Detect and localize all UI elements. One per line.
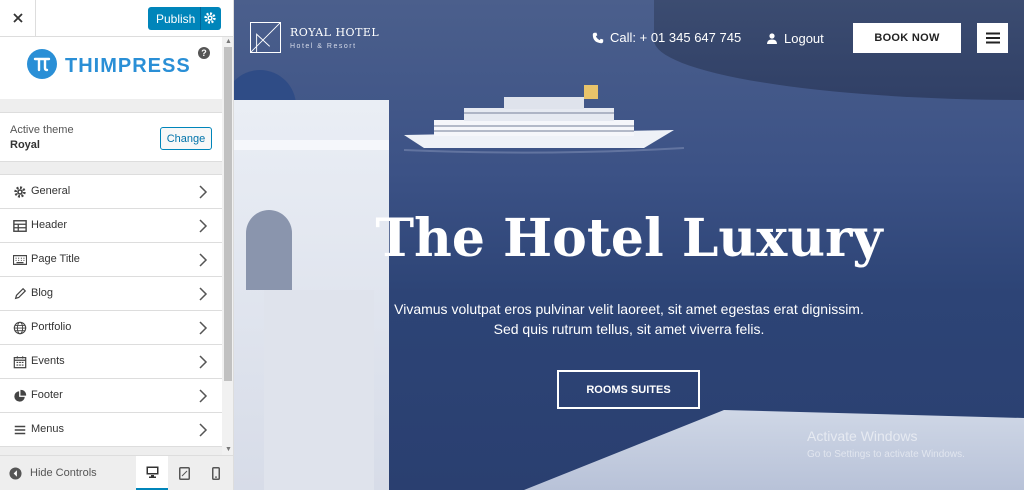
mobile-icon [212,467,220,480]
chevron-right-icon [199,321,208,335]
active-theme-section: Active theme Royal Change [0,112,222,162]
customizer-section-list: General Header Page Title Blog Portfolio… [0,174,222,447]
hotel-name: ROYAL HOTEL [290,26,380,39]
section-label: Header [31,219,68,231]
close-icon [12,13,23,23]
site-preview: ROYAL HOTEL Hotel & Resort Call: + 01 34… [234,0,1024,490]
cruise-ship-image [404,85,684,154]
chevron-right-icon [199,389,208,403]
section-label: Footer [31,389,63,401]
publish-button[interactable]: Publish [148,7,221,30]
menu-toggle-button[interactable] [977,23,1008,53]
section-events[interactable]: Events [0,345,222,379]
hide-controls-button[interactable]: Hide Controls [30,467,97,479]
list-icon [14,425,26,435]
table-icon [13,220,27,232]
help-icon[interactable]: ? [198,47,210,59]
logout-label: Logout [784,31,824,46]
preview-desktop-button[interactable] [136,456,168,490]
section-general[interactable]: General [0,175,222,209]
publish-label: Publish [156,11,196,26]
customizer-header: Publish [0,0,233,37]
pie-chart-icon [14,389,27,402]
section-portfolio[interactable]: Portfolio [0,311,222,345]
scrollbar-thumb[interactable] [224,47,232,381]
scroll-up-arrow-icon[interactable]: ▲ [225,38,232,45]
tablet-icon [178,467,190,480]
section-label: Menus [31,423,65,435]
hide-controls-arrow-icon[interactable] [9,467,22,480]
active-theme-caption: Active theme [10,124,74,136]
active-theme-name: Royal [10,139,40,151]
customizer-sidebar: Publish THIMPRESS ? Active theme Royal C… [0,0,234,490]
section-page-title[interactable]: Page Title [0,243,222,277]
chevron-right-icon [199,287,208,301]
windows-activation-title: Activate Windows [807,428,918,444]
section-label: Blog [31,287,54,299]
section-blog[interactable]: Blog [0,277,222,311]
user-icon [767,33,777,44]
section-header[interactable]: Header [0,209,222,243]
chevron-right-icon [199,355,208,369]
hero-title: The Hotel Luxury [375,208,883,269]
keyboard-icon [13,255,27,265]
desktop-icon [146,466,158,478]
thimpress-logo-text: THIMPRESS [65,55,191,77]
section-footer[interactable]: Footer [0,379,222,413]
hero-description: Vivamus volutpat eros pulvinar velit lao… [394,301,864,337]
chevron-right-icon [199,219,208,233]
chevron-right-icon [199,253,208,267]
calendar-icon [13,356,27,369]
phone-icon [592,32,604,43]
section-label: Events [31,355,65,367]
logout-link[interactable]: Logout [767,31,824,46]
panel-scrollbar[interactable]: ▲ ▼ [222,37,233,455]
customizer-panel: THIMPRESS ? Active theme Royal Change Ge… [0,37,222,455]
close-customizer-button[interactable] [0,0,36,36]
change-theme-button[interactable]: Change [160,127,212,150]
section-menus[interactable]: Menus [0,413,222,447]
section-label: General [31,185,71,197]
windows-activation-subtitle: Go to Settings to activate Windows. [807,449,965,460]
pencil-icon [14,287,27,300]
gear-icon [14,186,26,198]
preview-tablet-button[interactable] [168,456,200,490]
thimpress-logo-area: THIMPRESS ? [0,37,222,99]
customizer-footer: Hide Controls [0,455,233,490]
scroll-down-arrow-icon[interactable]: ▼ [225,446,232,453]
chevron-right-icon [199,185,208,199]
section-label: Page Title [31,253,80,265]
hotel-tagline: Hotel & Resort [290,43,357,50]
call-text: Call: + 01 345 647 745 [610,30,742,45]
globe-icon [13,321,27,335]
publish-settings-gear-icon[interactable] [203,11,217,25]
call-link[interactable]: Call: + 01 345 647 745 [592,30,741,45]
section-label: Portfolio [31,321,72,333]
hamburger-menu-icon [985,32,1000,44]
royal-hotel-logo-icon [250,22,281,53]
preview-mobile-button[interactable] [200,456,232,490]
book-now-button[interactable]: BOOK NOW [853,23,961,53]
chevron-right-icon [199,423,208,437]
thimpress-logo-icon [27,49,57,79]
rooms-suites-button[interactable]: ROOMS SUITES [557,370,700,409]
background-island-hills [654,0,1024,100]
